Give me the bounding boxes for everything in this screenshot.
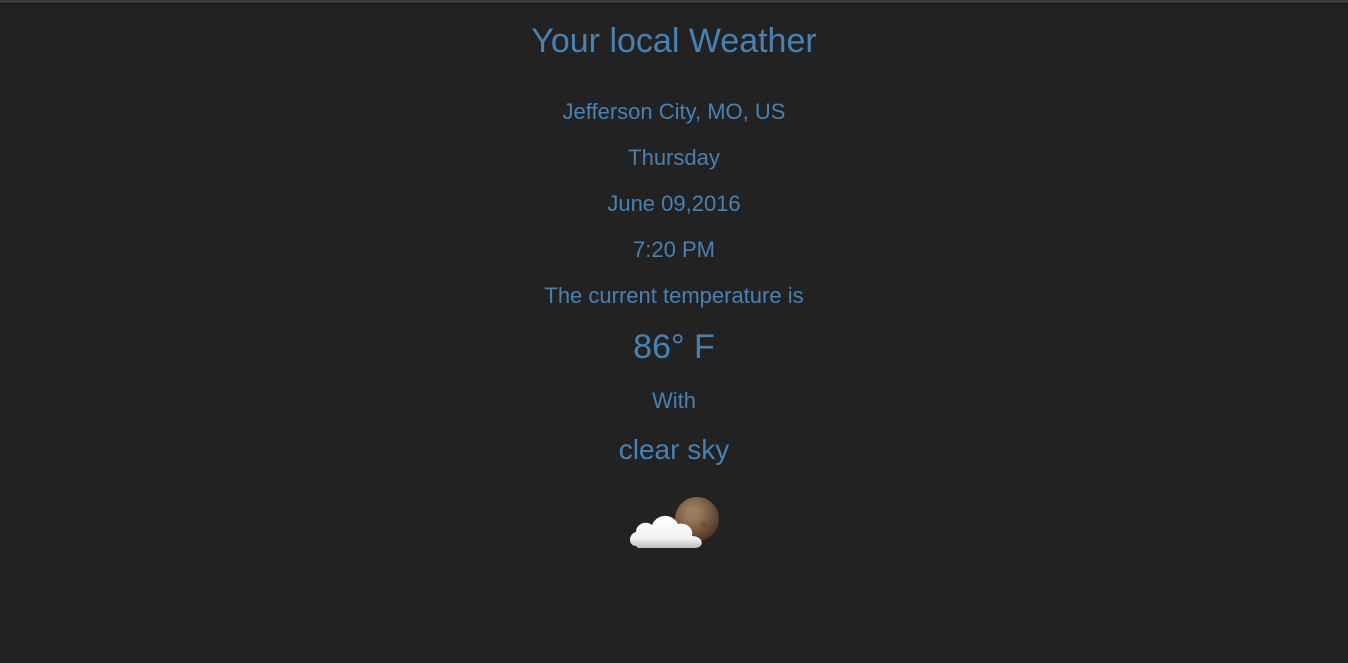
with-label: With xyxy=(652,388,696,413)
weather-page: Your local Weather Jefferson City, MO, U… xyxy=(0,0,1348,663)
location-text: Jefferson City, MO, US xyxy=(562,99,786,124)
condition-text: clear sky xyxy=(618,434,730,465)
time-text: 7:20 PM xyxy=(633,237,715,262)
date-text: June 09,2016 xyxy=(607,191,741,216)
temperature-value: 86° F xyxy=(633,328,715,366)
night-partly-cloudy-icon xyxy=(630,497,719,548)
page-title: Your local Weather xyxy=(531,22,817,60)
day-text: Thursday xyxy=(628,145,720,170)
temperature-label: The current temperature is xyxy=(544,283,804,308)
